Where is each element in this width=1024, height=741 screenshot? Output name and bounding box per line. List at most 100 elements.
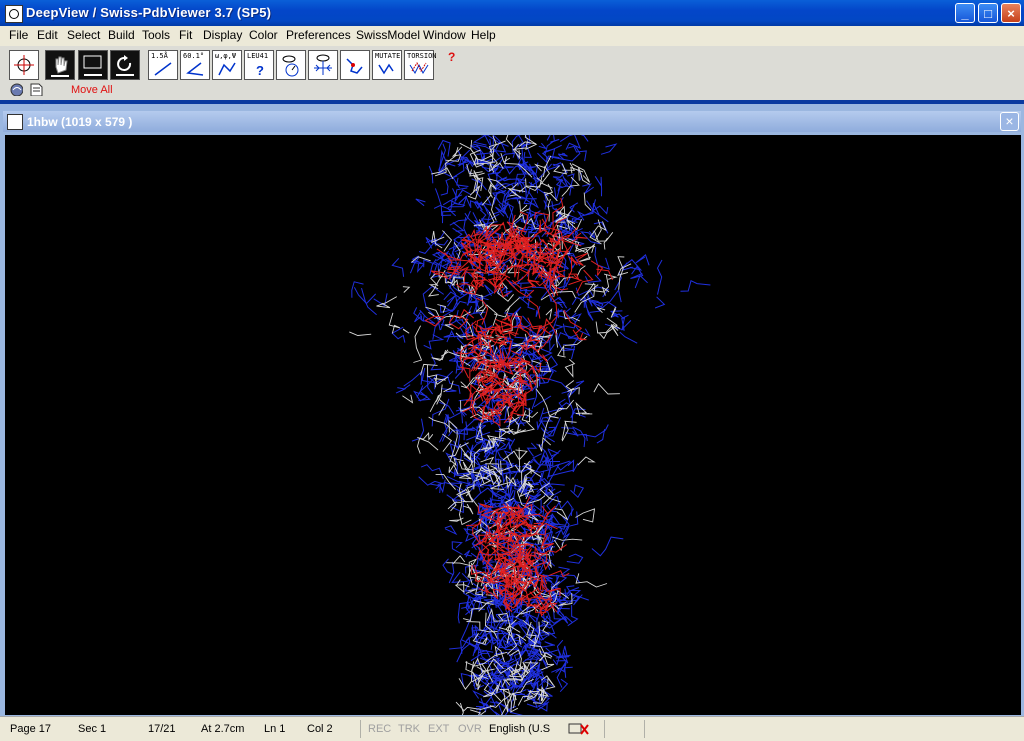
bond xyxy=(430,394,441,412)
status-pages: 17/21 xyxy=(148,723,176,735)
bond xyxy=(460,448,462,465)
bond xyxy=(443,559,454,575)
bond xyxy=(605,315,629,330)
bond xyxy=(506,135,513,147)
bond xyxy=(449,562,454,583)
document-close-button[interactable]: × xyxy=(1000,112,1019,131)
close-button[interactable]: × xyxy=(1001,3,1021,23)
bond xyxy=(470,710,486,715)
bond xyxy=(592,206,608,213)
bond xyxy=(681,281,711,292)
bond xyxy=(452,542,462,555)
bond xyxy=(636,255,649,265)
bond xyxy=(528,443,537,456)
bond xyxy=(448,484,462,509)
torsion-tool[interactable]: TORSION xyxy=(404,50,434,80)
status-line: Ln 1 xyxy=(264,723,285,735)
menu-fit[interactable]: Fit xyxy=(179,28,192,42)
menu-select[interactable]: Select xyxy=(67,28,100,42)
measure-dihedral-tool[interactable]: ω,φ,Ψ xyxy=(212,50,242,80)
menu-edit[interactable]: Edit xyxy=(37,28,58,42)
status-ovr: OVR xyxy=(458,723,482,735)
identify-group-tool[interactable]: LEU41 ? xyxy=(244,50,274,80)
bond xyxy=(461,382,468,388)
question-icon: ? xyxy=(247,53,271,77)
document-titlebar: 1hbw (1019 x 579 ) × xyxy=(3,111,1021,132)
menu-color[interactable]: Color xyxy=(249,28,278,42)
bond xyxy=(430,480,445,492)
bond xyxy=(566,135,580,150)
app-icon[interactable] xyxy=(5,5,23,23)
mode-text: Move All xyxy=(71,84,113,96)
bond xyxy=(518,421,524,429)
bond xyxy=(548,199,550,222)
svg-text:?: ? xyxy=(256,63,264,77)
center-atom-tool[interactable] xyxy=(308,50,338,80)
measure-angle-tool[interactable]: 60.1° xyxy=(180,50,210,80)
zoom-tool[interactable] xyxy=(78,50,108,80)
bond xyxy=(460,503,472,525)
bond xyxy=(416,199,426,206)
hand-icon xyxy=(48,53,72,77)
bond xyxy=(449,638,470,649)
zoom-icon xyxy=(81,53,105,77)
bond-icon xyxy=(343,53,367,77)
bond xyxy=(592,537,623,556)
bond xyxy=(431,354,442,370)
move-hand-tool[interactable] xyxy=(45,50,75,80)
center-molecule-tool[interactable] xyxy=(9,50,39,80)
backbone-bonds xyxy=(352,135,711,715)
bond xyxy=(474,600,494,603)
bond xyxy=(374,293,387,305)
menu-swissmodel[interactable]: SwissModel xyxy=(356,28,420,42)
minimize-button[interactable]: _ xyxy=(955,3,975,23)
menu-file[interactable]: File xyxy=(9,28,28,42)
bond xyxy=(465,428,475,430)
distance-icon xyxy=(151,53,175,77)
menu-preferences[interactable]: Preferences xyxy=(286,28,351,42)
menu-help[interactable]: Help xyxy=(471,28,496,42)
menu-build[interactable]: Build xyxy=(108,28,135,42)
globe-icon[interactable] xyxy=(10,83,23,96)
rotate-tool[interactable] xyxy=(110,50,140,80)
crosshair-icon xyxy=(12,53,36,77)
bond xyxy=(658,260,663,295)
document-icon[interactable] xyxy=(30,83,43,96)
bond xyxy=(463,504,473,514)
molecule-viewport[interactable] xyxy=(5,135,1021,715)
show-neighbors-tool[interactable] xyxy=(276,50,306,80)
menu-window[interactable]: Window xyxy=(423,28,466,42)
document-title: 1hbw (1019 x 579 ) xyxy=(27,115,132,129)
bond xyxy=(576,509,595,522)
bond xyxy=(547,135,554,140)
bond xyxy=(557,663,566,688)
eye-icon xyxy=(279,53,303,77)
menu-display[interactable]: Display xyxy=(203,28,242,42)
bond xyxy=(578,457,594,465)
bond xyxy=(402,395,412,403)
bond xyxy=(525,145,531,158)
bond xyxy=(601,144,616,154)
bond xyxy=(440,426,449,443)
bond xyxy=(457,178,469,187)
bond xyxy=(474,135,490,145)
angle-icon xyxy=(183,53,207,77)
bond xyxy=(539,143,546,148)
measure-distance-tool[interactable]: 1.5Å xyxy=(148,50,178,80)
bond xyxy=(403,329,409,333)
document-window: 1hbw (1019 x 579 ) × xyxy=(0,104,1024,716)
fix-atom-tool[interactable] xyxy=(340,50,370,80)
document-app-icon[interactable] xyxy=(7,114,23,130)
mutate-tool[interactable]: MUTATE xyxy=(372,50,402,80)
bond xyxy=(505,167,514,168)
menu-tools[interactable]: Tools xyxy=(142,28,170,42)
status-page: Page 17 xyxy=(10,723,51,735)
bond xyxy=(413,326,421,363)
bond xyxy=(525,398,534,400)
mutate-icon xyxy=(375,53,399,77)
maximize-button[interactable]: □ xyxy=(978,3,998,23)
bond xyxy=(595,247,609,269)
bond xyxy=(544,197,564,207)
bond xyxy=(582,184,593,193)
help-icon[interactable]: ? xyxy=(448,50,455,64)
